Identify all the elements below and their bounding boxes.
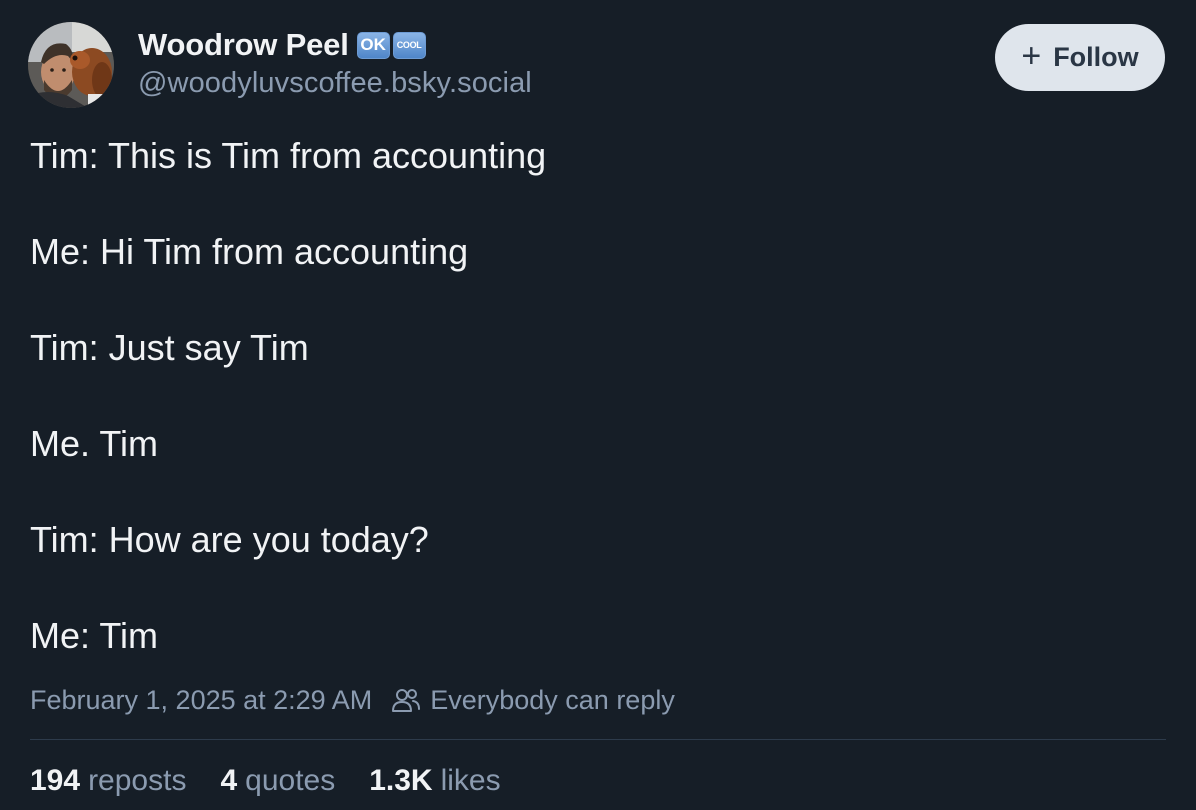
post-line: Tim: How are you today? (30, 519, 429, 560)
display-name[interactable]: Woodrow Peel (138, 27, 349, 63)
post-line: Me: Tim (30, 615, 159, 656)
plus-icon: + (1021, 37, 1042, 75)
post-line: Me. Tim (30, 423, 159, 464)
user-handle[interactable]: @woodyluvscoffee.bsky.social (138, 67, 532, 100)
likes-count: 1.3K (369, 764, 433, 797)
post-timestamp[interactable]: February 1, 2025 at 2:29 AM (30, 685, 372, 716)
post-card: Woodrow Peel OK COOL @woodyluvscoffee.bs… (0, 0, 1196, 810)
reply-setting: Everybody can reply (392, 685, 675, 716)
likes-stat[interactable]: 1.3K likes (369, 764, 500, 798)
quotes-stat[interactable]: 4 quotes (220, 764, 335, 798)
reposts-count: 194 (30, 764, 81, 797)
reposts-stat[interactable]: 194 reposts (30, 764, 186, 798)
post-line: Me: Hi Tim from accounting (30, 231, 469, 272)
reply-setting-label: Everybody can reply (430, 684, 675, 715)
quotes-count: 4 (220, 764, 238, 797)
post-line: Tim: Just say Tim (30, 327, 309, 368)
avatar[interactable] (28, 22, 114, 108)
divider (30, 739, 1166, 740)
quotes-label: quotes (245, 764, 336, 797)
avatar-image (28, 22, 114, 108)
follow-button[interactable]: + Follow (995, 24, 1165, 91)
engagement-stats: 194 reposts 4 quotes 1.3K likes (30, 760, 535, 802)
post-text: Tim: This is Tim from accounting Me: Hi … (30, 134, 1160, 710)
author-info: Woodrow Peel OK COOL @woodyluvscoffee.bs… (138, 25, 532, 100)
ok-badge-icon: OK (356, 31, 390, 59)
follow-button-label: Follow (1053, 42, 1139, 72)
people-icon (392, 689, 421, 712)
post-meta: February 1, 2025 at 2:29 AM Everybody ca… (30, 681, 675, 719)
reposts-label: reposts (88, 764, 187, 797)
likes-label: likes (440, 764, 501, 797)
name-row: Woodrow Peel OK COOL (138, 25, 532, 65)
cool-badge-icon: COOL (392, 31, 426, 59)
post-line: Tim: This is Tim from accounting (30, 135, 547, 176)
